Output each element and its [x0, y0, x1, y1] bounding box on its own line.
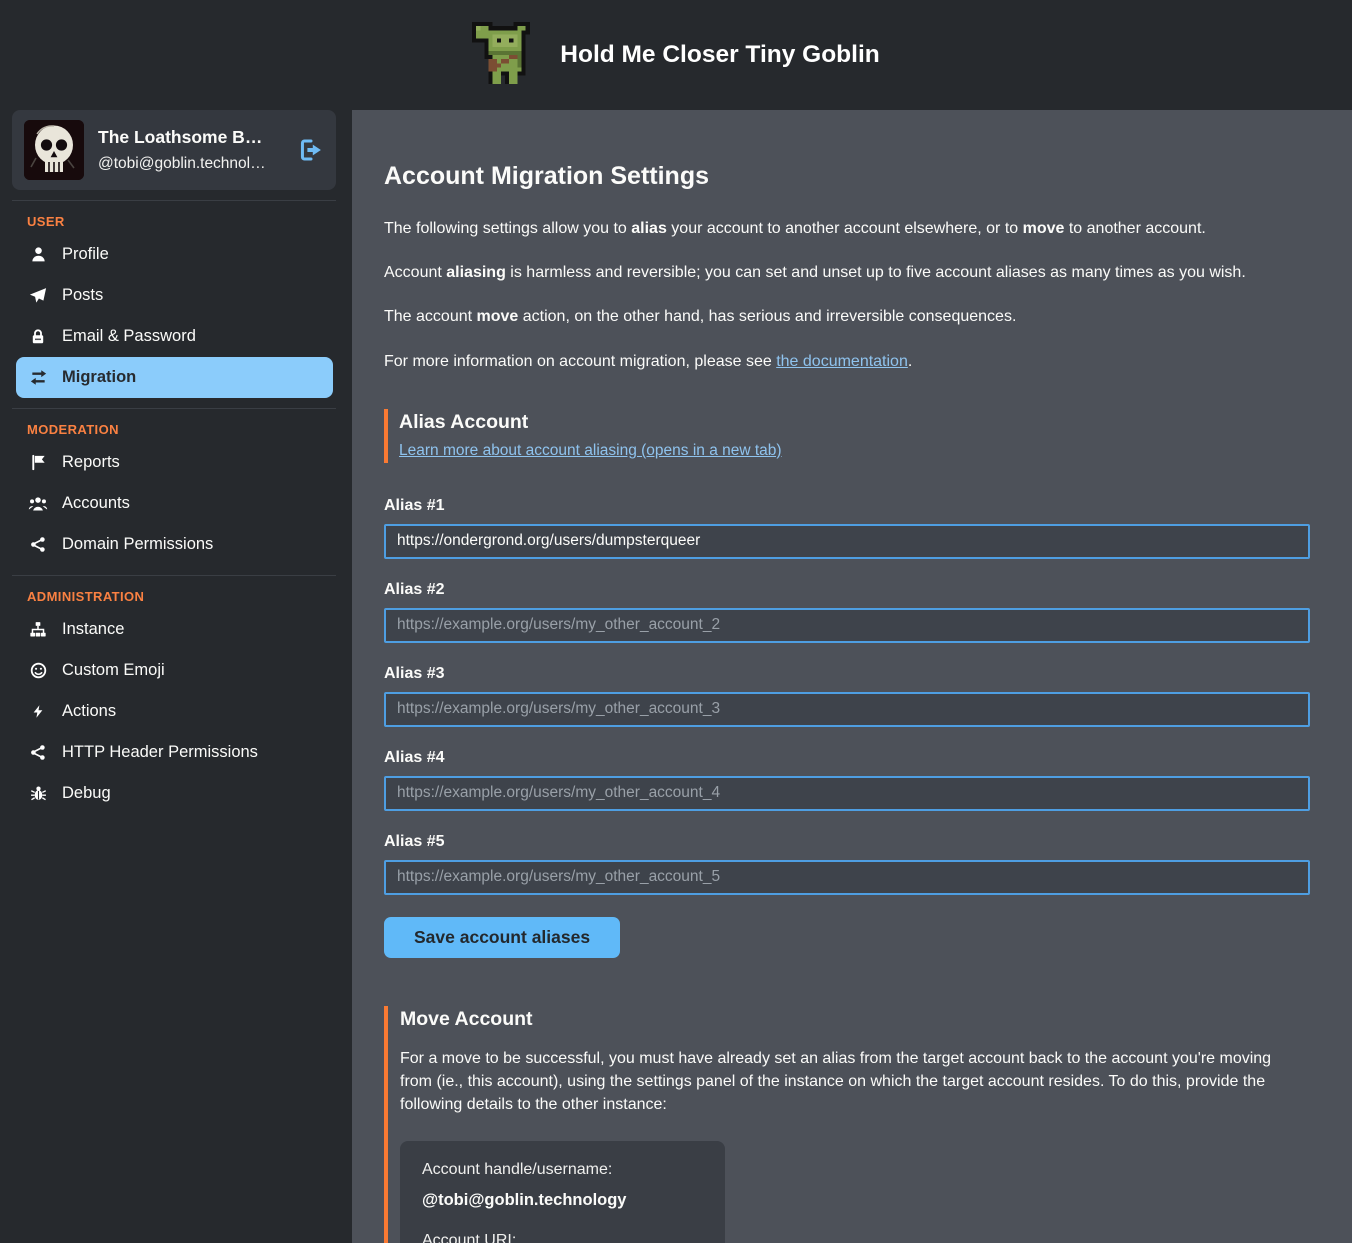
move-account-section: Move Account For a move to be successful… — [384, 1006, 1310, 1243]
move-account-description: For a move to be successful, you must ha… — [400, 1047, 1305, 1117]
sidebar-item-label: Posts — [62, 286, 103, 305]
intro-paragraph-2: Account aliasing is harmless and reversi… — [384, 261, 1310, 284]
sidebar-item-label: Instance — [62, 620, 124, 639]
sidebar-item-debug[interactable]: Debug — [16, 773, 333, 814]
alias-5-input[interactable] — [384, 860, 1310, 895]
sidebar-item-label: Profile — [62, 245, 109, 264]
sidebar-item-label: Domain Permissions — [62, 535, 213, 554]
settings-sidebar: The Loathsome B… @tobi@goblin.technol… U… — [0, 110, 352, 1243]
alias-5-label: Alias #5 — [384, 833, 1310, 851]
users-icon — [28, 495, 48, 512]
bug-icon — [28, 785, 48, 802]
sidebar-divider — [12, 408, 336, 409]
goblin-logo-icon — [472, 19, 538, 91]
intro-paragraph-4: For more information on account migratio… — [384, 350, 1310, 373]
user-meta: The Loathsome B… @tobi@goblin.technol… — [98, 127, 294, 173]
save-account-aliases-button[interactable]: Save account aliases — [384, 917, 620, 958]
share-nodes-icon — [28, 536, 48, 553]
sidebar-item-migration[interactable]: Migration — [16, 357, 333, 398]
sidebar-item-instance[interactable]: Instance — [16, 609, 333, 650]
account-handle-value: @tobi@goblin.technology — [422, 1191, 703, 1210]
sidebar-divider — [12, 200, 336, 201]
sidebar-item-actions[interactable]: Actions — [16, 691, 333, 732]
sidebar-item-email-password[interactable]: Email & Password — [16, 316, 333, 357]
sidebar-item-profile[interactable]: Profile — [16, 234, 333, 275]
paper-plane-icon — [28, 287, 48, 305]
instance-header: Hold Me Closer Tiny Goblin — [0, 0, 1352, 110]
alias-form: Alias #1 Alias #2 Alias #3 Alias #4 Alia… — [384, 497, 1310, 958]
nav-section-user: USER — [0, 203, 352, 234]
bolt-icon — [28, 703, 48, 720]
documentation-link[interactable]: the documentation — [776, 353, 908, 370]
sidebar-item-label: Custom Emoji — [62, 661, 165, 680]
nav-section-administration: ADMINISTRATION — [0, 578, 352, 609]
sidebar-item-label: Actions — [62, 702, 116, 721]
sidebar-item-label: Reports — [62, 453, 120, 472]
lock-icon — [28, 328, 48, 345]
alias-account-heading: Alias Account — [399, 411, 1310, 434]
settings-panel: Account Migration Settings The following… — [352, 110, 1352, 1243]
sidebar-item-posts[interactable]: Posts — [16, 275, 333, 316]
account-uri-label: Account URI: — [422, 1232, 703, 1243]
user-display-name: The Loathsome B… — [98, 127, 294, 148]
share-nodes-icon — [28, 744, 48, 761]
user-icon — [28, 246, 48, 263]
intro-paragraph-3: The account move action, on the other ha… — [384, 305, 1310, 328]
flag-icon — [28, 454, 48, 471]
user-card[interactable]: The Loathsome B… @tobi@goblin.technol… — [12, 110, 336, 190]
sidebar-item-label: Accounts — [62, 494, 130, 513]
avatar — [24, 120, 84, 180]
sidebar-item-label: HTTP Header Permissions — [62, 743, 258, 762]
sign-out-icon[interactable] — [298, 138, 324, 162]
alias-1-label: Alias #1 — [384, 497, 1310, 515]
alias-4-label: Alias #4 — [384, 749, 1310, 767]
sidebar-item-label: Debug — [62, 784, 111, 803]
account-handle-label: Account handle/username: — [422, 1161, 703, 1179]
user-handle: @tobi@goblin.technol… — [98, 155, 294, 173]
alias-2-label: Alias #2 — [384, 581, 1310, 599]
sidebar-divider — [12, 575, 336, 576]
sidebar-item-custom-emoji[interactable]: Custom Emoji — [16, 650, 333, 691]
instance-title: Hold Me Closer Tiny Goblin — [560, 41, 879, 69]
sitemap-icon — [28, 621, 48, 638]
alias-1-input[interactable] — [384, 524, 1310, 559]
alias-3-input[interactable] — [384, 692, 1310, 727]
alias-2-input[interactable] — [384, 608, 1310, 643]
alias-4-input[interactable] — [384, 776, 1310, 811]
sidebar-item-label: Email & Password — [62, 327, 196, 346]
sidebar-item-http-header-permissions[interactable]: HTTP Header Permissions — [16, 732, 333, 773]
intro-paragraph-1: The following settings allow you to alia… — [384, 217, 1310, 240]
move-account-heading: Move Account — [400, 1008, 1310, 1031]
sidebar-item-reports[interactable]: Reports — [16, 442, 333, 483]
alias-account-section-header: Alias Account Learn more about account a… — [384, 409, 1310, 463]
sidebar-item-label: Migration — [62, 368, 136, 387]
move-details-box: Account handle/username: @tobi@goblin.te… — [400, 1141, 725, 1243]
alias-learn-more-link[interactable]: Learn more about account aliasing (opens… — [399, 442, 782, 459]
page-title: Account Migration Settings — [384, 162, 1310, 191]
sidebar-item-domain-permissions[interactable]: Domain Permissions — [16, 524, 333, 565]
nav-section-moderation: MODERATION — [0, 411, 352, 442]
smiley-icon — [28, 662, 48, 679]
transfer-arrows-icon — [28, 369, 48, 386]
sidebar-nav: USER Profile Posts Email & Password — [0, 203, 352, 814]
sidebar-item-accounts[interactable]: Accounts — [16, 483, 333, 524]
alias-3-label: Alias #3 — [384, 665, 1310, 683]
